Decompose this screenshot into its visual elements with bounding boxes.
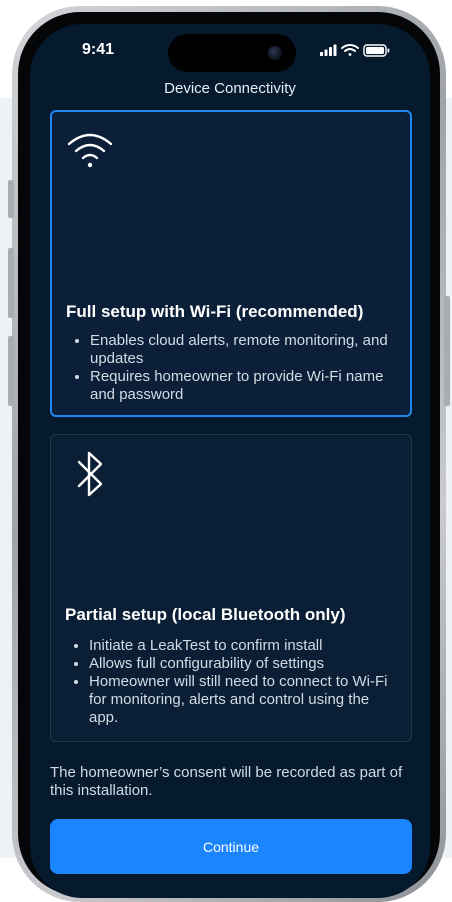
status-time: 9:41 — [82, 41, 115, 58]
bluetooth-icon — [75, 449, 105, 504]
status-bar: 9:41 — [30, 24, 430, 80]
volume-down-button — [8, 336, 14, 406]
page-title: Device Connectivity — [164, 80, 296, 97]
cellular-signal-icon — [320, 44, 337, 56]
option-card-wifi[interactable]: Full setup with Wi-Fi (recommended) Enab… — [50, 110, 412, 417]
wifi-icon — [341, 44, 359, 56]
list-item: Requires homeowner to provide Wi-Fi name… — [90, 368, 400, 404]
list-item: Initiate a LeakTest to confirm install — [89, 637, 399, 655]
option-bullet-list: Enables cloud alerts, remote monitoring,… — [70, 332, 400, 404]
option-card-bluetooth[interactable]: Partial setup (local Bluetooth only) Ini… — [50, 434, 412, 742]
phone-screen: 9:41 Device Connectivity Full setup with… — [30, 24, 430, 898]
list-item: Enables cloud alerts, remote monitoring,… — [90, 332, 400, 368]
volume-up-button — [8, 248, 14, 318]
battery-icon — [363, 44, 390, 57]
wifi-icon — [66, 132, 114, 175]
action-button — [8, 180, 14, 218]
power-button — [444, 296, 450, 406]
dynamic-island — [168, 34, 296, 72]
consent-note: The homeowner’s consent will be recorded… — [50, 764, 403, 799]
front-camera-icon — [268, 46, 282, 60]
option-title: Full setup with Wi-Fi (recommended) — [66, 302, 364, 321]
list-item: Homeowner will still need to connect to … — [89, 673, 399, 727]
option-title: Partial setup (local Bluetooth only) — [65, 605, 346, 624]
option-bullet-list: Initiate a LeakTest to confirm install A… — [69, 637, 399, 727]
status-icons — [320, 43, 400, 57]
continue-button[interactable]: Continue — [50, 819, 412, 874]
list-item: Allows full configurability of settings — [89, 655, 399, 673]
